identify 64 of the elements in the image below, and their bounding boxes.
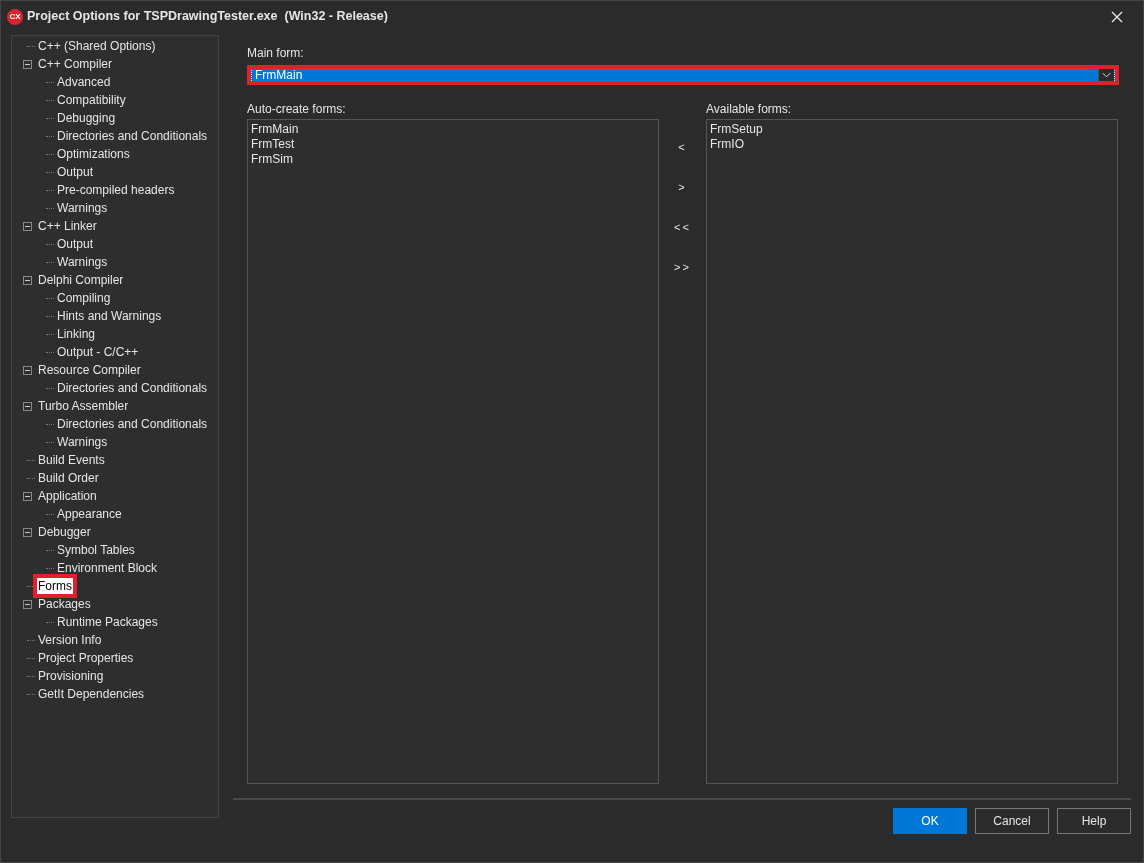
move-button[interactable]: << [670, 217, 695, 237]
tree-item[interactable]: C++ Compiler [37, 56, 114, 72]
list-label: Available forms: [706, 101, 793, 117]
tree-item[interactable]: Debugger [37, 524, 92, 540]
form-list-item[interactable]: FrmMain [251, 122, 299, 137]
collapse-icon[interactable] [23, 599, 32, 609]
tree-item[interactable]: Output [56, 236, 95, 252]
tree-item[interactable]: Compatibility [56, 92, 127, 108]
dialog-button[interactable]: Cancel [975, 808, 1049, 834]
collapse-icon[interactable] [23, 365, 32, 375]
tree-item[interactable]: Appearance [56, 506, 123, 522]
move-button[interactable]: >> [670, 257, 695, 277]
move-button[interactable]: > [674, 177, 691, 197]
field-label: Main form: [247, 45, 305, 61]
collapse-icon[interactable] [23, 527, 32, 537]
collapse-icon[interactable] [23, 275, 32, 285]
tree-item[interactable]: Output - C/C++ [56, 344, 140, 360]
tree-item[interactable]: Output [56, 164, 95, 180]
tree-item[interactable]: C++ Linker [37, 218, 98, 234]
move-button[interactable]: < [674, 137, 691, 157]
form-list-item[interactable]: FrmTest [251, 137, 295, 152]
collapse-icon[interactable] [23, 221, 32, 231]
tree-item[interactable]: Hints and Warnings [56, 308, 163, 324]
app-logo: CX [7, 8, 23, 25]
close-icon[interactable] [1111, 10, 1123, 23]
tree-item[interactable]: Project Properties [37, 650, 135, 666]
tree-item[interactable]: Runtime Packages [56, 614, 159, 630]
tree-item[interactable]: Warnings [56, 434, 109, 450]
tree-item[interactable]: Environment Block [56, 560, 159, 576]
tree-item[interactable]: Packages [37, 596, 92, 612]
tree-item[interactable]: Warnings [56, 200, 109, 216]
window-title: Project Options for TSPDrawingTester.exe (Win32 - Release) [27, 8, 388, 26]
dialog-button[interactable]: Help [1057, 808, 1131, 834]
tree-item[interactable]: Build Events [37, 452, 106, 468]
available-forms-list[interactable]: FrmSetup FrmIO [706, 119, 1118, 784]
list-label: Auto-create forms: [247, 101, 347, 117]
tree-item[interactable]: Debugging [56, 110, 117, 126]
tree-item[interactable]: Provisioning [37, 668, 105, 684]
tree-item[interactable]: Application [37, 488, 98, 504]
tree-item[interactable]: GetIt Dependencies [37, 686, 146, 702]
tree-item[interactable]: Turbo Assembler [37, 398, 130, 414]
tree-item[interactable]: Advanced [56, 74, 112, 90]
dialog-button[interactable]: OK [893, 808, 967, 834]
tree-item[interactable]: C++ (Shared Options) [37, 38, 157, 54]
tree-item[interactable]: Delphi Compiler [37, 272, 125, 288]
tree-item[interactable]: Linking [56, 326, 97, 342]
tree-item[interactable]: Warnings [56, 254, 109, 270]
tree-item[interactable]: Pre-compiled headers [56, 182, 176, 198]
tree-item[interactable]: Directories and Conditionals [56, 380, 209, 396]
collapse-icon[interactable] [23, 59, 32, 69]
tree-item[interactable]: Version Info [37, 632, 103, 648]
tree-item[interactable]: Optimizations [56, 146, 131, 162]
form-list-item[interactable]: FrmSim [251, 152, 293, 167]
form-list-item[interactable]: FrmSetup [710, 122, 763, 137]
tree-item[interactable]: Resource Compiler [37, 362, 142, 378]
auto-create-list[interactable]: FrmMain FrmTest FrmSim [247, 119, 659, 784]
tree-item[interactable]: Symbol Tables [56, 542, 136, 558]
tree-item[interactable]: Build Order [37, 470, 100, 486]
tree-item[interactable]: Compiling [56, 290, 112, 306]
collapse-icon[interactable] [23, 491, 32, 501]
form-list-item[interactable]: FrmIO [710, 137, 744, 152]
tree-item[interactable]: Directories and Conditionals [56, 128, 209, 144]
tree-item[interactable]: Directories and Conditionals [56, 416, 209, 432]
collapse-icon[interactable] [23, 401, 32, 411]
